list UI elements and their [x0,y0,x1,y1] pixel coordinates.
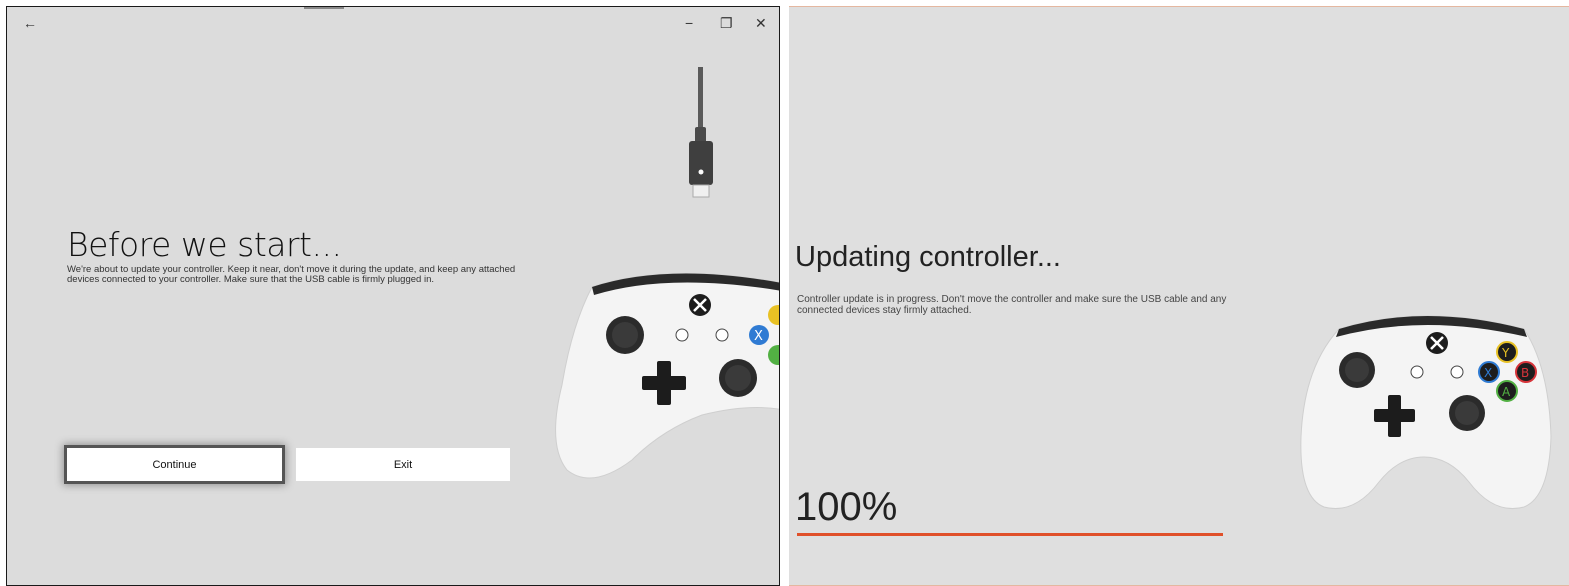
xbox-controller-icon: Y X B A [1300,315,1552,510]
close-icon[interactable]: ✕ [749,13,773,34]
svg-text:B: B [1521,366,1529,380]
title-grip [304,7,344,9]
svg-text:X: X [1484,366,1492,380]
restore-icon[interactable]: ❐ [714,13,739,34]
progress-bar [797,533,1223,536]
svg-text:Y: Y [1501,346,1510,360]
description-text: Controller update is in progress. Don't … [797,294,1227,316]
svg-text:X: X [754,329,763,344]
page-title: Before we start... [67,225,342,264]
before-we-start-window: ← − ❐ ✕ X Before we start... We're about… [6,6,780,586]
minimize-icon[interactable]: − [679,13,699,33]
continue-button[interactable]: Continue [67,448,282,481]
updating-controller-window: Updating controller... Controller update… [789,6,1569,586]
progress-percent: 100% [795,485,898,529]
usb-cable-icon [689,67,713,198]
description-text: We're about to update your controller. K… [67,264,516,285]
exit-button[interactable]: Exit [296,448,510,481]
svg-text:A: A [1502,385,1511,399]
page-title: Updating controller... [795,241,1061,273]
back-arrow-icon[interactable]: ← [17,13,43,33]
progress-fill [797,533,1223,536]
xbox-controller-icon: X [555,272,779,479]
